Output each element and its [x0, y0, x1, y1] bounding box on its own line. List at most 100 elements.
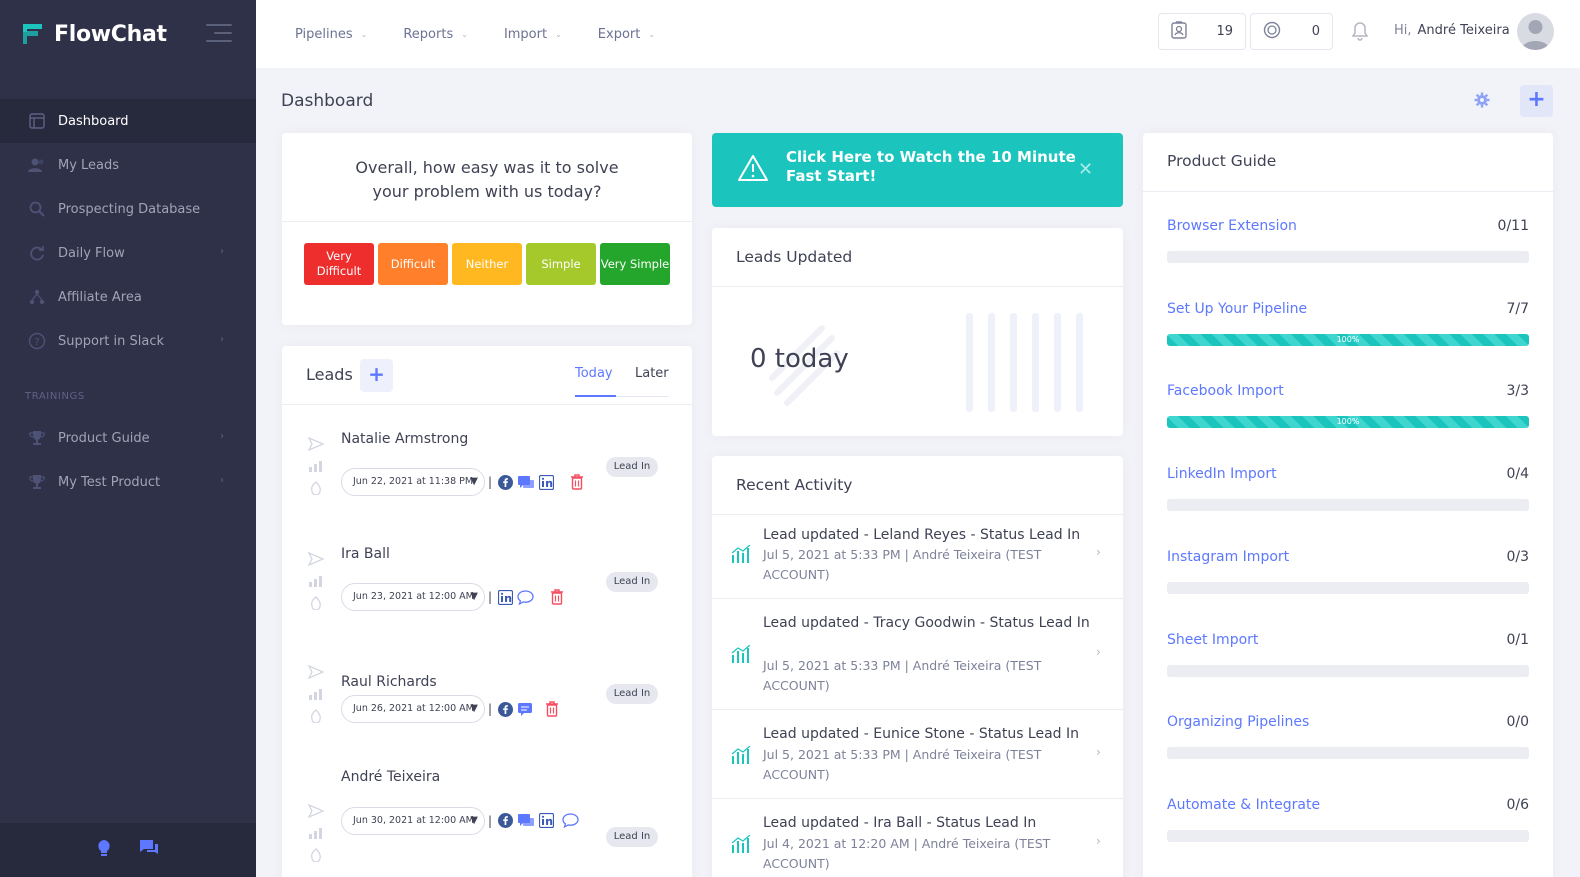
menu-pipelines[interactable]: Pipelines ⌄ — [295, 27, 367, 42]
guide-item[interactable]: LinkedIn Import 0/4 — [1167, 466, 1529, 516]
sidebar-toggle-icon[interactable] — [206, 24, 232, 48]
guide-item-name[interactable]: Sheet Import — [1167, 632, 1258, 648]
lead-date-select[interactable]: Jun 30, 2021 at 12:00 AM ▼ — [341, 807, 485, 835]
activity-item[interactable]: Lead updated - Ira Ball - Status Lead In… — [712, 799, 1123, 877]
lead-date-select[interactable]: Jun 23, 2021 at 12:00 AM ▼ — [341, 583, 485, 611]
bar — [1076, 313, 1083, 412]
lead-actions: | — [488, 813, 579, 828]
tag-icon[interactable] — [306, 477, 326, 499]
chevron-right-icon: › — [220, 334, 224, 345]
activity-chart-icon — [731, 746, 751, 764]
activity-item[interactable]: Lead updated - Tracy Goodwin - Status Le… — [712, 599, 1123, 710]
survey-simple-button[interactable]: Simple — [526, 243, 596, 285]
guide-item[interactable]: Automate & Integrate 0/6 — [1167, 797, 1529, 847]
activity-chart-icon — [731, 645, 751, 663]
credits-counter[interactable]: 0 — [1250, 13, 1333, 50]
comment-icon[interactable] — [517, 589, 534, 605]
menu-import[interactable]: Import ⌄ — [504, 27, 562, 42]
guide-item[interactable]: Facebook Import 3/3 100% — [1167, 383, 1529, 433]
tag-icon[interactable] — [306, 844, 326, 866]
sidebar-item-prospecting-database[interactable]: Prospecting Database — [0, 187, 256, 231]
send-icon[interactable] — [306, 800, 326, 822]
bar-chart-icon[interactable] — [306, 570, 326, 592]
close-icon[interactable]: ✕ — [1078, 159, 1093, 180]
lead-name[interactable]: André Teixeira — [341, 769, 440, 785]
user-greeting[interactable]: Hi, André Teixeira — [1394, 23, 1510, 38]
menu-reports[interactable]: Reports ⌄ — [403, 27, 468, 42]
sidebar-item-daily-flow[interactable]: Daily Flow › — [0, 231, 256, 275]
send-icon[interactable] — [306, 433, 326, 455]
tag-icon[interactable] — [306, 592, 326, 614]
send-icon[interactable] — [306, 548, 326, 570]
trash-icon[interactable] — [550, 589, 564, 605]
guide-item-name[interactable]: Instagram Import — [1167, 549, 1289, 565]
survey-difficult-button[interactable]: Difficult — [378, 243, 448, 285]
sidebar-item-affiliate-area[interactable]: Affiliate Area — [0, 275, 256, 319]
lead-date-select[interactable]: Jun 26, 2021 at 12:00 AM ▼ — [341, 695, 485, 723]
fast-start-banner[interactable]: Click Here to Watch the 10 Minute Fast S… — [712, 133, 1123, 207]
menu-export[interactable]: Export ⌄ — [598, 27, 655, 42]
messenger-icon[interactable] — [517, 813, 535, 828]
bar-chart-icon[interactable] — [306, 455, 326, 477]
guide-item-name[interactable]: LinkedIn Import — [1167, 466, 1277, 482]
survey-neither-button[interactable]: Neither — [452, 243, 522, 285]
bar — [1010, 313, 1017, 412]
messenger-icon[interactable] — [517, 475, 535, 490]
guide-item-name[interactable]: Facebook Import — [1167, 383, 1284, 399]
lightbulb-icon[interactable] — [97, 839, 111, 861]
linkedin-icon[interactable] — [539, 474, 555, 490]
guide-item[interactable]: Instagram Import 0/3 — [1167, 549, 1529, 599]
linkedin-icon[interactable] — [539, 813, 555, 828]
messenger-icon[interactable] — [517, 702, 535, 717]
activity-title: Lead updated - Ira Ball - Status Lead In — [763, 815, 1037, 831]
lead-side-icons — [306, 433, 326, 499]
tab-today[interactable]: Today — [575, 366, 613, 381]
activity-item[interactable]: Lead updated - Leland Reyes - Status Lea… — [712, 515, 1123, 599]
send-icon[interactable] — [306, 661, 326, 683]
activity-meta: Jul 5, 2021 at 5:33 PM | André Teixeira … — [763, 747, 1042, 782]
menu-label: Export — [597, 26, 641, 42]
lead-name[interactable]: Raul Richards — [341, 674, 437, 690]
sidebar-item-label: My Leads — [58, 157, 120, 173]
add-widget-button[interactable]: + — [1520, 85, 1553, 117]
lead-name[interactable]: Natalie Armstrong — [341, 431, 468, 447]
guide-item[interactable]: Browser Extension 0/11 — [1167, 218, 1529, 268]
sidebar-item-my-leads[interactable]: My Leads — [0, 143, 256, 187]
sidebar-item-product-guide[interactable]: Product Guide › — [0, 416, 256, 460]
coin-icon — [1263, 21, 1281, 43]
sidebar-item-support-in-slack[interactable]: ? Support in Slack › — [0, 319, 256, 363]
survey-very-difficult-button[interactable]: Very Difficult — [304, 243, 374, 285]
sidebar-item-dashboard[interactable]: Dashboard — [0, 99, 256, 143]
facebook-icon[interactable] — [498, 813, 514, 828]
divider: | — [488, 590, 493, 604]
guide-item[interactable]: Organizing Pipelines 0/0 — [1167, 714, 1529, 764]
tag-icon[interactable] — [306, 705, 326, 727]
chevron-down-icon: ⌄ — [555, 29, 562, 39]
bell-icon[interactable] — [1351, 21, 1369, 45]
guide-item-name[interactable]: Organizing Pipelines — [1167, 714, 1309, 730]
survey-very-simple-button[interactable]: Very Simple — [600, 243, 670, 285]
gear-icon[interactable] — [1474, 92, 1490, 112]
facebook-icon[interactable] — [498, 701, 514, 717]
lead-name[interactable]: Ira Ball — [341, 546, 390, 562]
bar-chart-icon[interactable] — [306, 822, 326, 844]
trash-icon[interactable] — [570, 474, 584, 490]
comment-icon[interactable] — [562, 813, 579, 828]
lead-date-select[interactable]: Jun 22, 2021 at 11:38 PM ▼ — [341, 468, 485, 496]
chat-icon[interactable] — [139, 839, 159, 861]
tab-later[interactable]: Later — [635, 366, 669, 381]
guide-item-name[interactable]: Browser Extension — [1167, 218, 1297, 234]
add-lead-button[interactable]: + — [360, 359, 393, 392]
guide-item[interactable]: Set Up Your Pipeline 7/7 100% — [1167, 301, 1529, 351]
guide-item[interactable]: Sheet Import 0/1 — [1167, 632, 1529, 682]
avatar[interactable] — [1517, 13, 1554, 50]
contacts-counter[interactable]: 19 — [1158, 13, 1246, 50]
guide-item-name[interactable]: Set Up Your Pipeline — [1167, 301, 1307, 317]
trash-icon[interactable] — [545, 701, 559, 717]
facebook-icon[interactable] — [498, 474, 514, 490]
activity-item[interactable]: Lead updated - Eunice Stone - Status Lea… — [712, 710, 1123, 799]
linkedin-icon[interactable] — [498, 589, 514, 605]
bar-chart-icon[interactable] — [306, 683, 326, 705]
guide-item-name[interactable]: Automate & Integrate — [1167, 797, 1320, 813]
sidebar-item-my-test-product[interactable]: My Test Product › — [0, 460, 256, 504]
